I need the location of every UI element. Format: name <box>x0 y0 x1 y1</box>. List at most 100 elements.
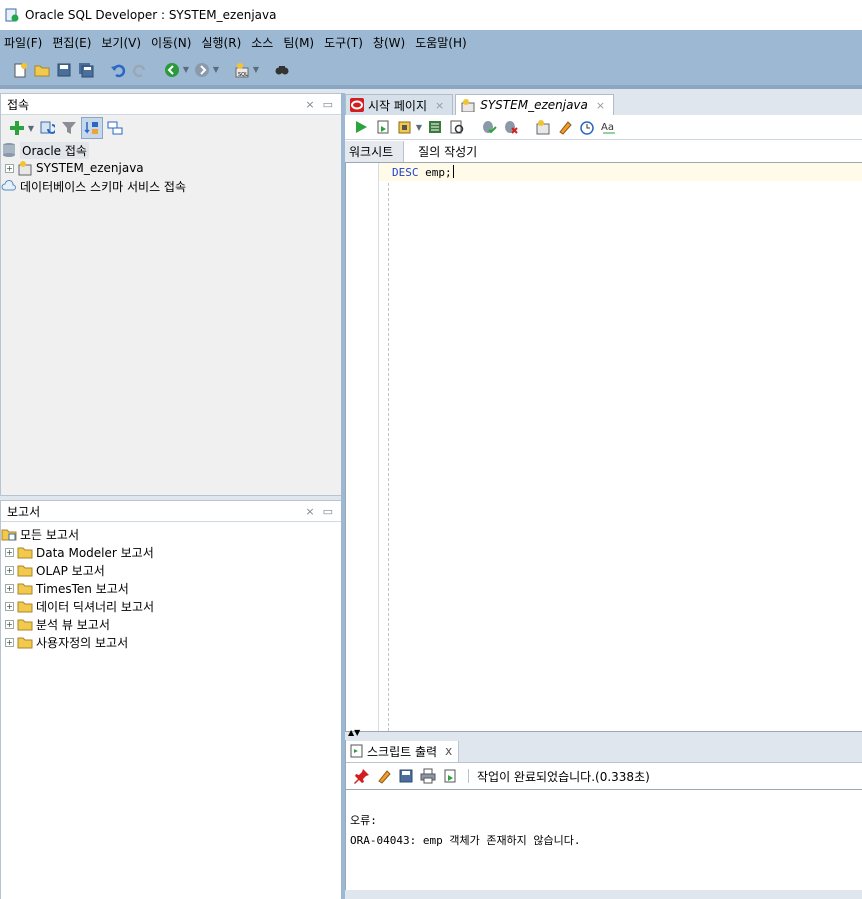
folder-icon <box>17 598 33 614</box>
connections-toolbar: ▼ <box>1 115 341 141</box>
tree-item-report[interactable]: + TimesTen 보고서 <box>1 579 341 597</box>
editor-area: 시작 페이지 × SYSTEM_ezenjava × ▼ Aa 워크시트 질의 … <box>345 93 862 899</box>
code-editor[interactable]: DESC emp; <box>345 163 862 731</box>
sql-history-icon[interactable] <box>577 117 597 137</box>
close-icon[interactable]: × <box>305 98 314 111</box>
save-icon[interactable] <box>54 60 74 80</box>
tab-label: SYSTEM_ezenjava <box>480 98 588 112</box>
expand-icon[interactable]: + <box>5 601 14 611</box>
run-statement-icon[interactable] <box>351 117 371 137</box>
add-connection-dropdown-icon[interactable]: ▼ <box>27 118 35 138</box>
forward-dropdown-icon[interactable]: ▼ <box>212 60 220 80</box>
open-folder-icon[interactable] <box>32 60 52 80</box>
sql-worksheet-icon[interactable]: SQL <box>232 60 252 80</box>
tree-item-oracle-connections[interactable]: Oracle 접속 <box>1 141 341 159</box>
menu-window[interactable]: 창(W) <box>373 34 405 51</box>
sql-text: emp; <box>418 166 452 179</box>
expand-icon[interactable]: + <box>5 637 14 647</box>
save-all-icon[interactable] <box>76 60 96 80</box>
minimize-icon[interactable]: ▭ <box>323 98 333 111</box>
find-db-object-icon[interactable] <box>272 60 292 80</box>
close-tab-icon[interactable]: × <box>596 99 605 112</box>
expand-icon[interactable]: + <box>5 163 14 173</box>
menu-team[interactable]: 팀(M) <box>283 34 314 51</box>
menu-file[interactable]: 파일(F) <box>4 34 42 51</box>
add-connection-icon[interactable] <box>7 118 27 138</box>
script-output-icon <box>350 744 364 758</box>
clear-eraser-icon[interactable] <box>555 117 575 137</box>
connection-icon <box>17 160 33 176</box>
tab-query-builder[interactable]: 질의 작성기 <box>404 141 487 162</box>
close-tab-icon[interactable]: x <box>445 744 452 758</box>
filter-icon[interactable] <box>59 118 79 138</box>
tab-script-output[interactable]: 스크립트 출력 x <box>346 740 460 762</box>
back-dropdown-icon[interactable]: ▼ <box>182 60 190 80</box>
reports-tree: 모든 보고서 + Data Modeler 보고서 + OLAP 보고서 + T… <box>1 522 341 899</box>
tree-item-report[interactable]: + 사용자정의 보고서 <box>1 633 341 651</box>
tree-item-label: OLAP 보고서 <box>36 563 105 578</box>
tree-item-report[interactable]: + 데이터 딕셔너리 보고서 <box>1 597 341 615</box>
horizontal-splitter[interactable]: ▲▼ <box>345 729 862 740</box>
schema-browser-icon[interactable] <box>81 117 103 139</box>
menu-navigate[interactable]: 이동(N) <box>151 34 191 51</box>
collapse-arrows-icon[interactable]: ▲▼ <box>348 729 360 737</box>
tab-label: 스크립트 출력 <box>367 744 438 759</box>
oracle-icon <box>350 98 364 112</box>
forward-icon[interactable] <box>192 60 212 80</box>
tab-start-page[interactable]: 시작 페이지 × <box>345 94 454 115</box>
connections-panel-header: 접속 × ▭ <box>1 94 341 115</box>
menu-help[interactable]: 도움말(H) <box>415 34 467 51</box>
clear-output-icon[interactable] <box>374 766 394 786</box>
tree-view-icon[interactable] <box>105 118 125 138</box>
fold-margin <box>388 163 390 731</box>
tree-item-label: TimesTen 보고서 <box>36 581 129 596</box>
menu-run[interactable]: 실행(R) <box>201 34 241 51</box>
to-upper-lower-icon[interactable]: Aa <box>599 117 619 137</box>
tree-item-all-reports[interactable]: 모든 보고서 <box>1 525 341 543</box>
svg-text:Aa: Aa <box>601 122 614 133</box>
run-script-icon[interactable] <box>373 117 393 137</box>
back-icon[interactable] <box>162 60 182 80</box>
tab-worksheet[interactable]: 워크시트 <box>345 140 405 162</box>
new-file-icon[interactable] <box>10 60 30 80</box>
undo-icon[interactable] <box>108 60 128 80</box>
rollback-icon[interactable] <box>501 117 521 137</box>
print-icon[interactable] <box>418 766 438 786</box>
refresh-icon[interactable] <box>37 118 57 138</box>
autotrace-dropdown-icon[interactable]: ▼ <box>415 117 423 137</box>
reports-panel: 보고서 × ▭ 모든 보고서 + Data Modeler 보고서 + OLAP… <box>0 500 342 899</box>
menu-source[interactable]: 소스 <box>251 34 273 51</box>
tree-item-report[interactable]: + 분석 뷰 보고서 <box>1 615 341 633</box>
expand-icon[interactable]: + <box>5 619 14 629</box>
script-status-text: 작업이 완료되었습니다.(0.338초) <box>477 769 650 784</box>
menu-tools[interactable]: 도구(T) <box>324 34 363 51</box>
script-output-toolbar: 작업이 완료되었습니다.(0.338초) <box>346 763 862 790</box>
expand-icon[interactable]: + <box>5 583 14 593</box>
pin-icon[interactable] <box>352 766 372 786</box>
tree-item-label: Oracle 접속 <box>20 141 89 159</box>
tree-item-report[interactable]: + OLAP 보고서 <box>1 561 341 579</box>
minimize-icon[interactable]: ▭ <box>323 505 333 518</box>
save-output-icon[interactable] <box>396 766 416 786</box>
close-tab-icon[interactable]: × <box>435 99 444 112</box>
tree-item-cloud-connections[interactable]: 데이터베이스 스키마 서비스 접속 <box>1 177 341 195</box>
tree-item-label: 데이터 딕셔너리 보고서 <box>36 599 155 614</box>
tab-system-ezenjava[interactable]: SYSTEM_ezenjava × <box>455 94 615 115</box>
expand-icon[interactable]: + <box>5 565 14 575</box>
menu-view[interactable]: 보기(V) <box>101 34 141 51</box>
unshared-worksheet-icon[interactable] <box>533 117 553 137</box>
autotrace-icon[interactable] <box>395 117 415 137</box>
sql-worksheet-dropdown-icon[interactable]: ▼ <box>252 60 260 80</box>
redo-icon[interactable] <box>130 60 150 80</box>
run-script-output-icon[interactable] <box>440 766 460 786</box>
commit-icon[interactable] <box>479 117 499 137</box>
worksheet-subtabs: 워크시트 질의 작성기 <box>345 140 862 163</box>
sql-tuning-icon[interactable] <box>447 117 467 137</box>
explain-plan-icon[interactable] <box>425 117 445 137</box>
close-icon[interactable]: × <box>305 505 314 518</box>
menu-edit[interactable]: 편집(E) <box>52 34 91 51</box>
tree-item-system-ezenjava[interactable]: + SYSTEM_ezenjava <box>1 159 341 177</box>
tree-item-report[interactable]: + Data Modeler 보고서 <box>1 543 341 561</box>
window-title: Oracle SQL Developer : SYSTEM_ezenjava <box>25 8 277 22</box>
expand-icon[interactable]: + <box>5 547 14 557</box>
